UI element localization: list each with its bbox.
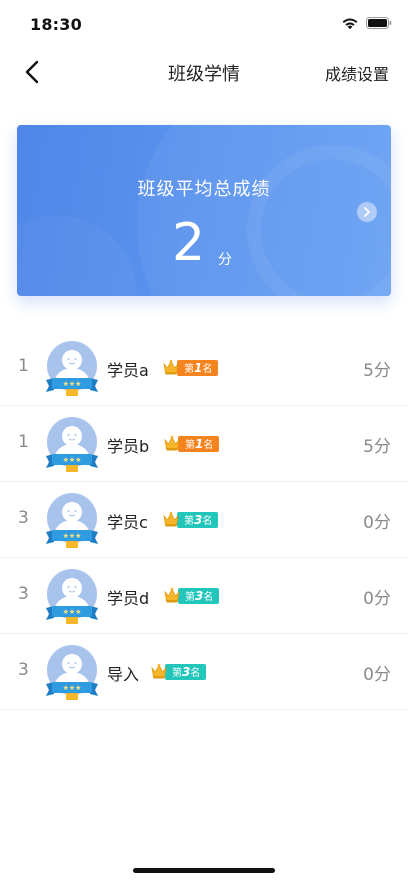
rank-badge-label: 第1名 <box>177 359 219 376</box>
student-row[interactable]: 1 ★★★ 学员a 第1名 5分 <box>0 330 408 406</box>
avatar-icon: ★★★ <box>46 493 98 548</box>
card-detail-button[interactable] <box>357 202 377 222</box>
rank-badge: 第1名 <box>162 359 219 376</box>
svg-text:★★★: ★★★ <box>63 684 82 692</box>
rank-number: 3 <box>18 584 29 604</box>
rank-badge: 第3名 <box>150 663 207 680</box>
student-name: 学员a <box>107 361 149 380</box>
avatar-icon: ★★★ <box>46 341 98 396</box>
student-score: 5分 <box>363 361 391 381</box>
rank-badge-label: 第3名 <box>177 511 219 528</box>
card-decoration <box>17 215 137 296</box>
rank-badge: 第3名 <box>162 511 219 528</box>
rank-badge-label: 第3名 <box>165 663 207 680</box>
crown-icon <box>164 435 180 451</box>
status-time: 18:30 <box>30 15 82 34</box>
student-name: 导入 <box>107 665 140 684</box>
student-name: 学员c <box>107 513 148 532</box>
student-name: 学员b <box>107 437 150 456</box>
crown-icon <box>164 587 180 603</box>
rank-badge: 第3名 <box>163 587 220 604</box>
class-average-value: 2 <box>172 213 206 273</box>
rank-badge-label: 第3名 <box>178 587 220 604</box>
svg-text:★★★: ★★★ <box>63 456 82 464</box>
rank-badge-label: 第1名 <box>178 435 220 452</box>
crown-icon <box>163 359 179 375</box>
wifi-icon <box>342 18 358 30</box>
nav-bar: 班级学情 成绩设置 <box>0 48 408 96</box>
chevron-right-icon <box>364 207 370 217</box>
student-row[interactable]: 3 ★★★ 导入 第3名 0分 <box>0 634 408 710</box>
student-score: 0分 <box>363 665 391 685</box>
student-row[interactable]: 3 ★★★ 学员d 第3名 0分 <box>0 558 408 634</box>
student-score: 0分 <box>363 513 391 533</box>
crown-icon <box>163 511 179 527</box>
student-list: 1 ★★★ 学员a 第1名 5分 1 ★★★ 学员b 第1名 5分 3 ★★★ … <box>0 330 408 710</box>
avatar-icon: ★★★ <box>46 569 98 624</box>
rank-number: 3 <box>18 508 29 528</box>
student-name: 学员d <box>107 589 150 608</box>
rank-badge: 第1名 <box>163 435 220 452</box>
student-row[interactable]: 3 ★★★ 学员c 第3名 0分 <box>0 482 408 558</box>
status-bar: 18:30 <box>0 0 408 48</box>
battery-icon <box>366 17 392 29</box>
svg-text:★★★: ★★★ <box>63 380 82 388</box>
student-score: 0分 <box>363 589 391 609</box>
svg-text:★★★: ★★★ <box>63 532 82 540</box>
avatar-icon: ★★★ <box>46 645 98 700</box>
rank-number: 1 <box>18 356 29 376</box>
class-average-card[interactable]: 班级平均总成绩 2 分 <box>17 125 391 296</box>
svg-text:★★★: ★★★ <box>63 608 82 616</box>
class-average-unit: 分 <box>218 252 232 268</box>
student-score: 5分 <box>363 437 391 457</box>
avatar-icon: ★★★ <box>46 417 98 472</box>
student-row[interactable]: 1 ★★★ 学员b 第1名 5分 <box>0 406 408 482</box>
crown-icon <box>151 663 167 679</box>
class-average-label: 班级平均总成绩 <box>137 179 271 200</box>
rank-number: 1 <box>18 432 29 452</box>
rank-number: 3 <box>18 660 29 680</box>
home-indicator[interactable] <box>133 868 275 873</box>
score-settings-button[interactable]: 成绩设置 <box>325 61 389 85</box>
